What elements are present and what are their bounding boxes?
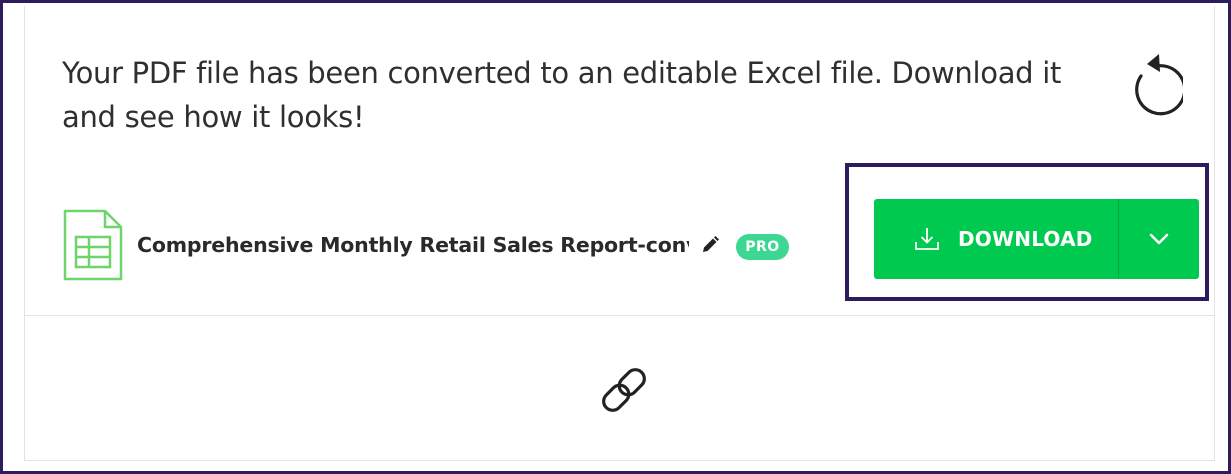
restart-icon[interactable] xyxy=(1125,52,1187,118)
pro-badge: PRO xyxy=(736,234,789,260)
window-frame: Your PDF file has been converted to an e… xyxy=(0,0,1231,474)
highlight-box xyxy=(845,163,1209,301)
pencil-icon[interactable] xyxy=(700,235,720,255)
conversion-message: Your PDF file has been converted to an e… xyxy=(62,56,1062,134)
file-name[interactable]: Comprehensive Monthly Retail Sales Repor… xyxy=(137,228,689,262)
section-divider xyxy=(25,315,1214,316)
conversion-result-card: Your PDF file has been converted to an e… xyxy=(24,6,1215,461)
spreadsheet-file-icon xyxy=(63,209,123,281)
link-icon[interactable] xyxy=(595,361,653,419)
